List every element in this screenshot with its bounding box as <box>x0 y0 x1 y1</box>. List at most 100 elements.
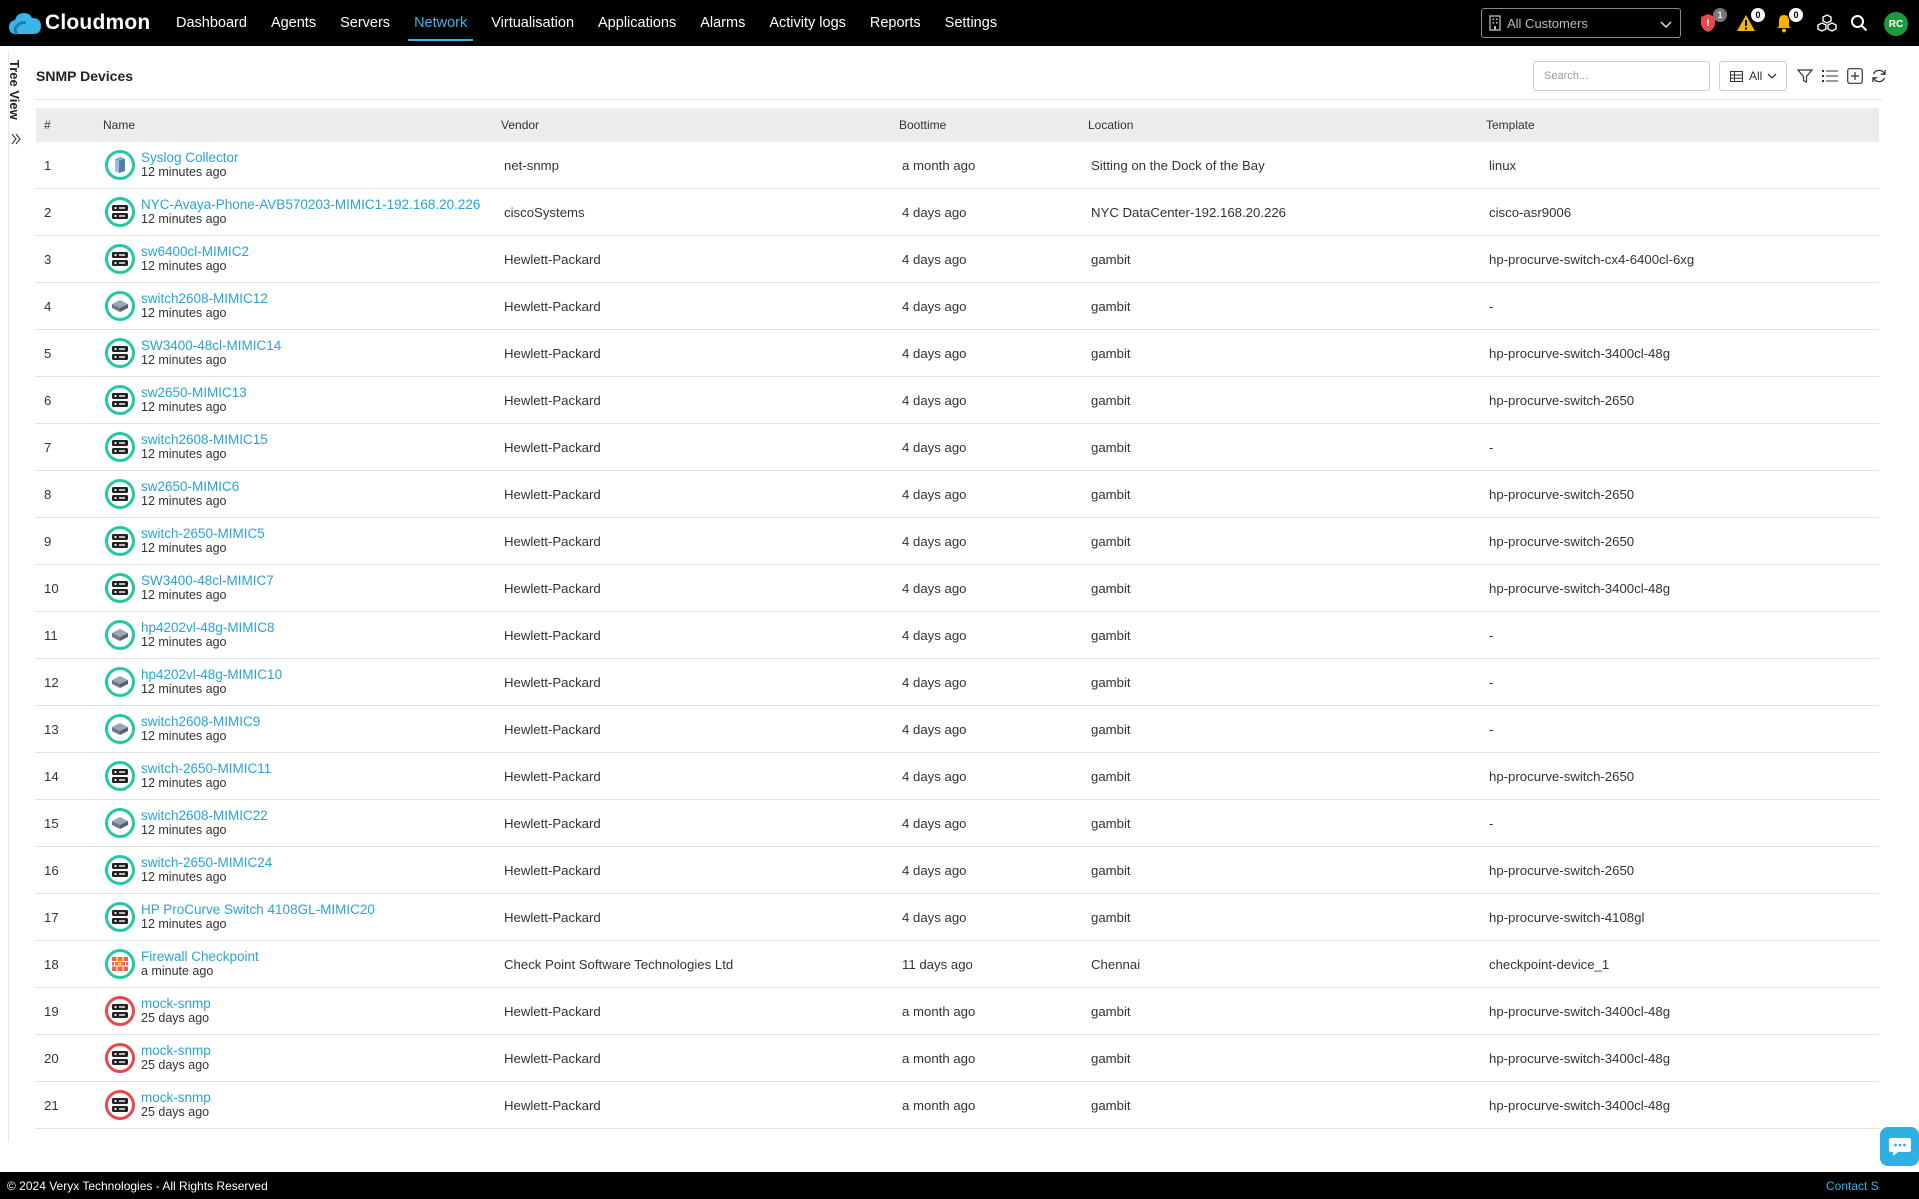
table-body: 1 Syslog Collector 12 minutes ago net-snmp a… <box>36 142 1879 1129</box>
contact-support-link[interactable]: Contact S <box>1826 1179 1879 1193</box>
device-name-link[interactable]: mock-snmp <box>141 997 211 1011</box>
device-name-link[interactable]: switch2608-MIMIC22 <box>141 809 268 823</box>
table-row[interactable]: 1 Syslog Collector 12 minutes ago net-snmp a… <box>36 142 1879 189</box>
vendor-cell: Hewlett-Packard <box>504 251 601 267</box>
nav-servers[interactable]: Servers <box>328 0 402 46</box>
column-header-boottime[interactable]: Boottime <box>899 118 1088 132</box>
column-header-template[interactable]: Template <box>1486 118 1879 132</box>
device-name-link[interactable]: NYC-Avaya-Phone-AVB570203-MIMIC1-192.168… <box>141 198 480 212</box>
nav-network[interactable]: Network <box>402 0 479 46</box>
device-last-seen: 12 minutes ago <box>141 306 227 320</box>
table-row[interactable]: 13 switch2608-MIMIC9 12 minutes ago Hewlett… <box>36 706 1879 753</box>
device-name-link[interactable]: hp4202vl-48g-MIMIC10 <box>141 668 282 682</box>
device-name-link[interactable]: switch2608-MIMIC9 <box>141 715 260 729</box>
customer-select[interactable]: All Customers <box>1481 8 1681 38</box>
device-last-seen: 12 minutes ago <box>141 541 227 555</box>
integrations-button[interactable] <box>1815 11 1839 35</box>
device-name-link[interactable]: HP ProCurve Switch 4108GL-MIMIC20 <box>141 903 375 917</box>
device-info: mock-snmp 25 days ago <box>141 1091 211 1119</box>
refresh-icon <box>1872 69 1886 83</box>
template-cell: hp-procurve-switch-3400cl-48g <box>1489 1097 1671 1113</box>
vendor-cell: Hewlett-Packard <box>504 862 601 878</box>
device-name-link[interactable]: switch2608-MIMIC12 <box>141 292 268 306</box>
svg-text:!: ! <box>1706 19 1710 29</box>
device-name-link[interactable]: switch-2650-MIMIC11 <box>141 762 271 776</box>
table-row[interactable]: 19 mock-snmp 25 days ago Hewlett-Packard a m… <box>36 988 1879 1035</box>
cloudmon-logo[interactable]: Cloudmon <box>8 10 160 36</box>
table-row[interactable]: 2 NYC-Avaya-Phone-AVB570203-MIMIC1-192.16… <box>36 189 1879 236</box>
table-row[interactable]: 12 hp4202vl-48g-MIMIC10 12 minutes ago Hewl… <box>36 659 1879 706</box>
warnings-button[interactable]: 0 <box>1734 8 1765 35</box>
table-row[interactable]: 10 SW3400-48cl-MIMIC7 12 minutes ago Hewlet… <box>36 565 1879 612</box>
table-row[interactable]: 21 mock-snmp 25 days ago Hewlett-Packard a m… <box>36 1082 1879 1129</box>
security-alert-button[interactable]: ! 1 <box>1696 8 1727 35</box>
vendor-cell: Hewlett-Packard <box>504 392 601 408</box>
table-row[interactable]: 20 mock-snmp 25 days ago Hewlett-Packard a m… <box>36 1035 1879 1082</box>
device-name-link[interactable]: sw2650-MIMIC6 <box>141 480 239 494</box>
chat-support-button[interactable] <box>1880 1127 1919 1166</box>
device-name-link[interactable]: mock-snmp <box>141 1044 211 1058</box>
nav-virtualisation[interactable]: Virtualisation <box>479 0 586 46</box>
table-row[interactable]: 3 sw6400cl-MIMIC2 12 minutes ago Hewlett-Pa… <box>36 236 1879 283</box>
vendor-cell: Hewlett-Packard <box>504 627 601 643</box>
column-header-vendor[interactable]: Vendor <box>501 118 899 132</box>
view-filter-select[interactable]: All <box>1719 61 1787 91</box>
tree-view-toggle[interactable]: Tree View <box>0 54 28 145</box>
device-name-link[interactable]: switch-2650-MIMIC24 <box>141 856 272 870</box>
nav-applications[interactable]: Applications <box>586 0 688 46</box>
notifications-button[interactable]: 0 <box>1772 8 1803 35</box>
device-name-link[interactable]: hp4202vl-48g-MIMIC8 <box>141 621 275 635</box>
device-name-cell: switch-2650-MIMIC24 12 minutes ago <box>103 855 501 885</box>
add-device-button[interactable] <box>1845 66 1865 86</box>
table-row[interactable]: 15 switch2608-MIMIC22 12 minutes ago Hewlet… <box>36 800 1879 847</box>
user-avatar[interactable]: RC <box>1884 12 1908 36</box>
table-row[interactable]: 14 switch-2650-MIMIC11 12 minutes ago Hewle… <box>36 753 1879 800</box>
device-name-link[interactable]: switch-2650-MIMIC5 <box>141 527 265 541</box>
table-row[interactable]: 5 SW3400-48cl-MIMIC14 12 minutes ago Hewlet… <box>36 330 1879 377</box>
table-row[interactable]: 7 switch2608-MIMIC15 12 minutes ago Hewlett… <box>36 424 1879 471</box>
nav-agents[interactable]: Agents <box>259 0 328 46</box>
table-row[interactable]: 17 HP ProCurve Switch 4108GL-MIMIC20 12 mi… <box>36 894 1879 941</box>
column-header-number[interactable]: # <box>36 118 103 132</box>
nav-settings[interactable]: Settings <box>933 0 1009 46</box>
table-row[interactable]: 9 switch-2650-MIMIC5 12 minutes ago Hewlett… <box>36 518 1879 565</box>
table-row[interactable]: 11 hp4202vl-48g-MIMIC8 12 minutes ago Hewle… <box>36 612 1879 659</box>
table-row[interactable]: 4 switch2608-MIMIC12 12 minutes ago Hewlett… <box>36 283 1879 330</box>
router-icon <box>105 385 135 415</box>
search-input[interactable] <box>1533 61 1710 91</box>
chevron-down-icon <box>1660 17 1672 32</box>
template-cell: - <box>1489 439 1494 455</box>
nav-alarms[interactable]: Alarms <box>688 0 757 46</box>
table-row[interactable]: 6 sw2650-MIMIC13 12 minutes ago Hewlett-Pac… <box>36 377 1879 424</box>
device-name-link[interactable]: mock-snmp <box>141 1091 211 1105</box>
filter-button[interactable] <box>1795 66 1815 86</box>
table-row[interactable]: 8 sw2650-MIMIC6 12 minutes ago Hewlett-Pack… <box>36 471 1879 518</box>
firewall-icon <box>105 949 135 979</box>
nav-dashboard[interactable]: Dashboard <box>164 0 259 46</box>
device-name-link[interactable]: sw2650-MIMIC13 <box>141 386 247 400</box>
global-search-button[interactable] <box>1847 11 1871 35</box>
nav-activity-logs[interactable]: Activity logs <box>757 0 858 46</box>
column-header-location[interactable]: Location <box>1088 118 1486 132</box>
refresh-button[interactable] <box>1869 66 1889 86</box>
table-row[interactable]: 18 Firewall Checkpoint a minute ago Check P… <box>36 941 1879 988</box>
device-name-link[interactable]: sw6400cl-MIMIC2 <box>141 245 249 259</box>
device-name-link[interactable]: switch2608-MIMIC15 <box>141 433 268 447</box>
router-icon <box>105 902 135 932</box>
column-header-name[interactable]: Name <box>103 118 501 132</box>
router-icon <box>105 1043 135 1073</box>
device-name-link[interactable]: Firewall Checkpoint <box>141 950 259 964</box>
table-row[interactable]: 16 switch-2650-MIMIC24 12 minutes ago Hewle… <box>36 847 1879 894</box>
template-cell: checkpoint-device_1 <box>1489 956 1610 972</box>
device-name-link[interactable]: SW3400-48cl-MIMIC14 <box>141 339 281 353</box>
row-number: 6 <box>44 392 52 408</box>
nav-reports[interactable]: Reports <box>858 0 933 46</box>
device-name-link[interactable]: Syslog Collector <box>141 151 239 165</box>
template-cell: hp-procurve-switch-2650 <box>1489 768 1635 784</box>
template-cell: hp-procurve-switch-2650 <box>1489 392 1635 408</box>
boottime-cell: 4 days ago <box>902 627 967 643</box>
column-chooser-button[interactable] <box>1820 66 1840 86</box>
logo-text: Cloudmon <box>45 11 151 34</box>
boottime-cell: a month ago <box>902 1050 976 1066</box>
device-name-link[interactable]: SW3400-48cl-MIMIC7 <box>141 574 274 588</box>
